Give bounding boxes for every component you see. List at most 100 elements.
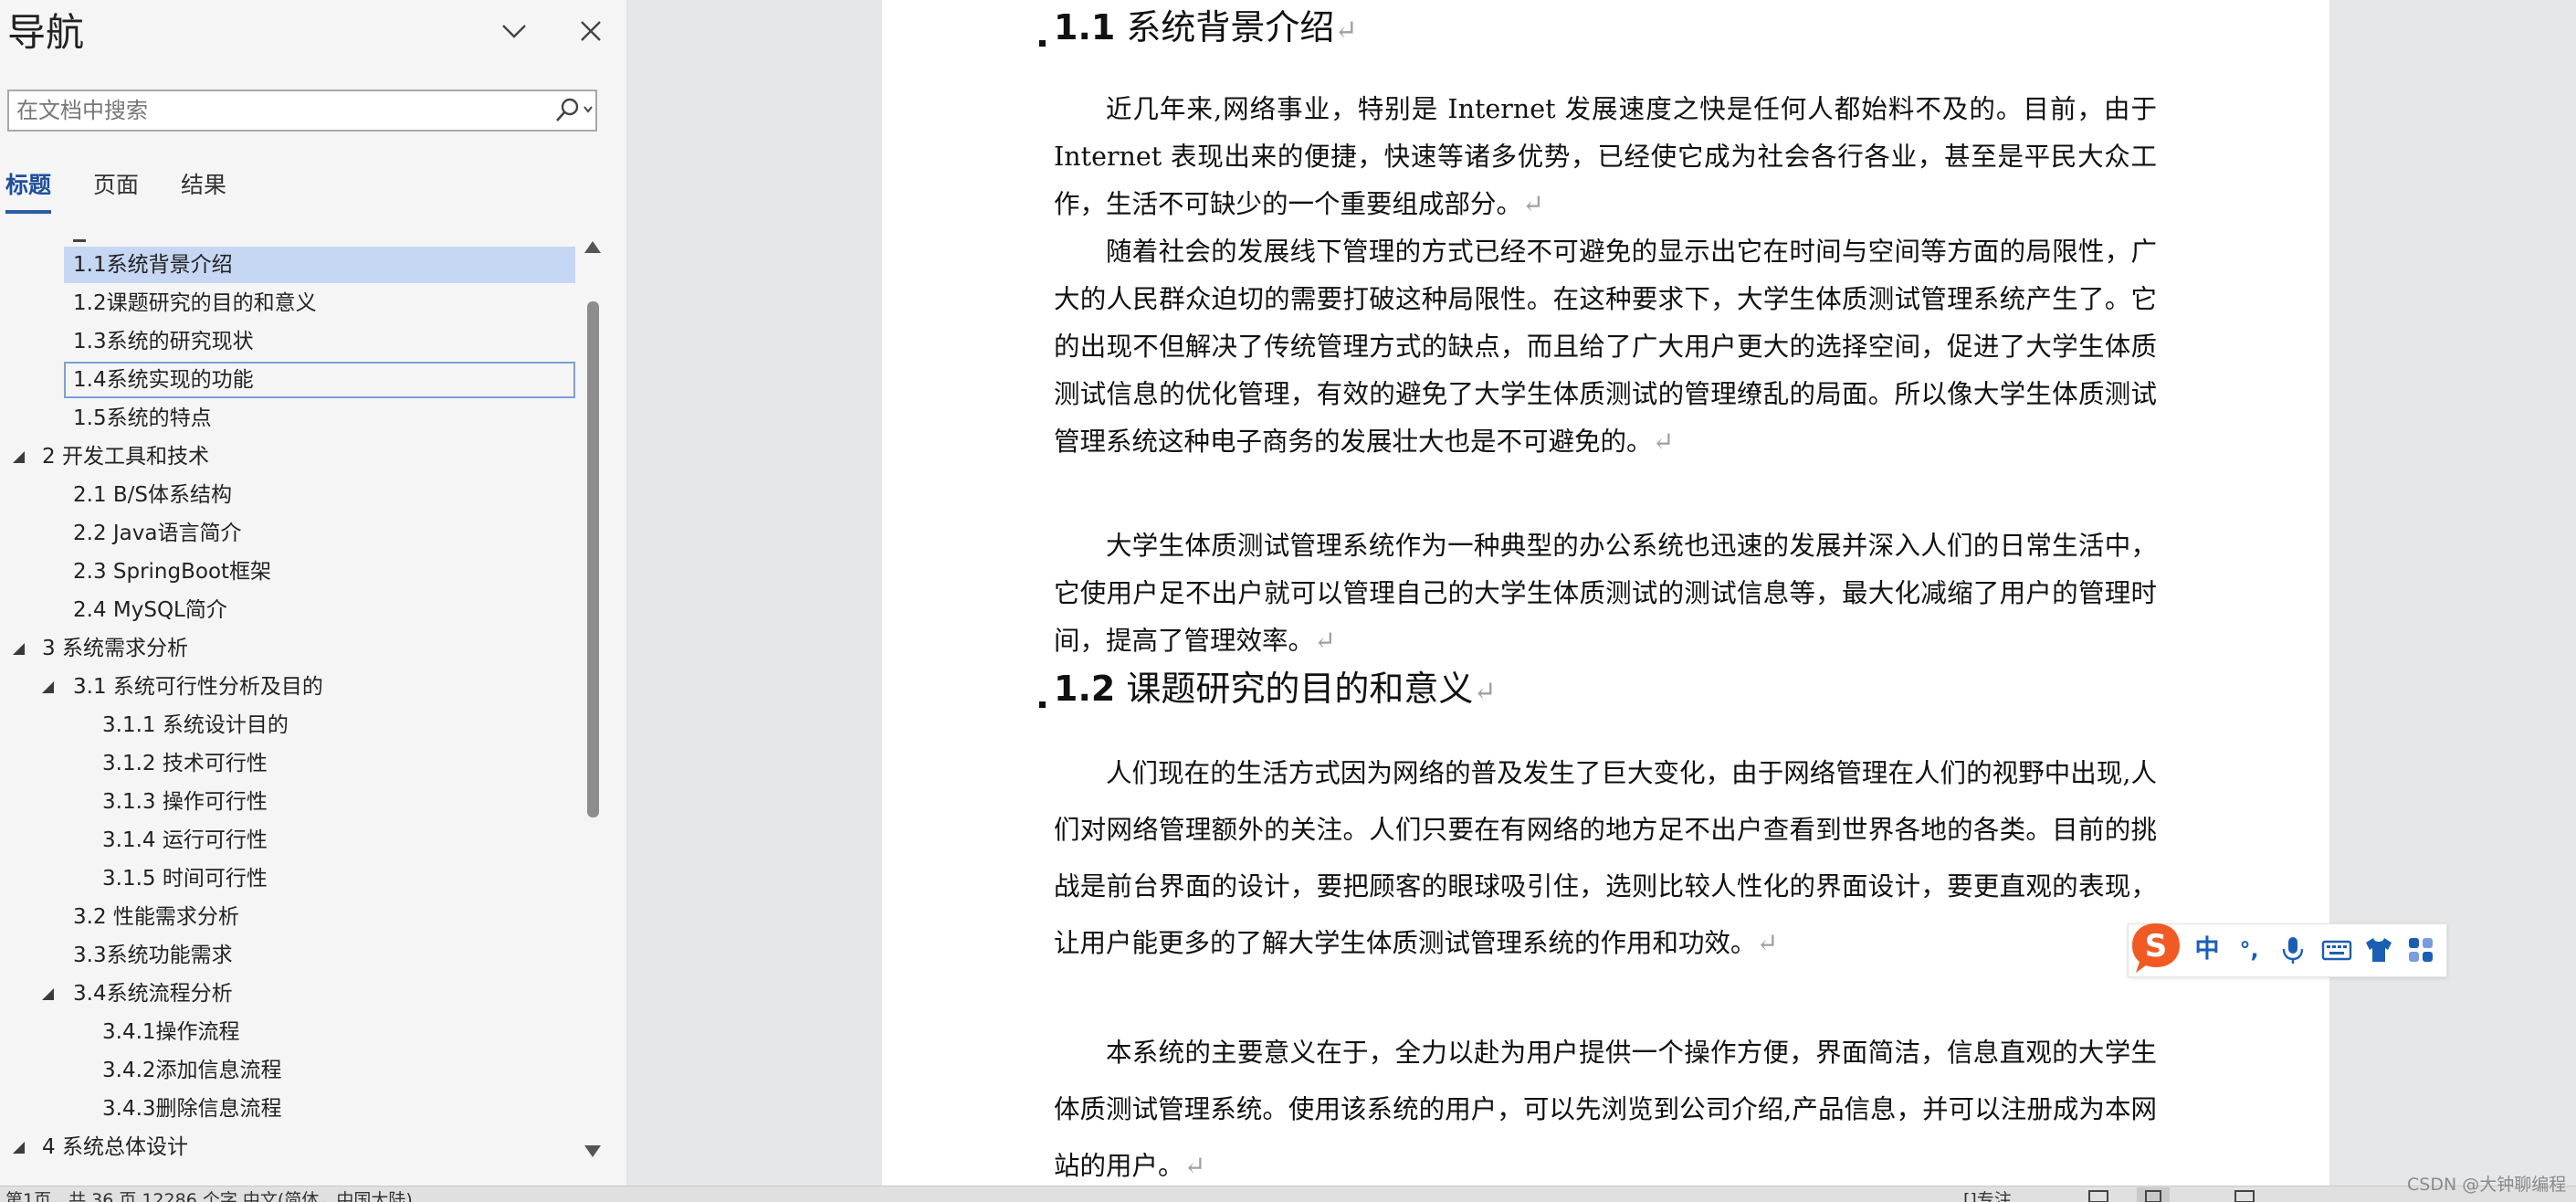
outline-item-label: 1.4系统实现的功能 — [73, 368, 254, 392]
paragraph-mark: ↵ — [1652, 427, 1675, 457]
outline-item-label: 2.4 MySQL简介 — [73, 598, 227, 622]
toolbox-grid-icon — [2409, 938, 2433, 962]
tab-active-indicator — [5, 210, 51, 214]
paragraph-mark: ↵ — [1756, 928, 1779, 958]
outline-item-label: 2.1 B/S体系结构 — [73, 483, 233, 507]
expand-collapse-triangle-icon[interactable] — [13, 451, 25, 463]
outline-item[interactable]: 3.1.3 操作可行性 — [0, 784, 577, 820]
outline-item[interactable]: 3 系统需求分析 — [0, 630, 577, 667]
outline-item-label: 2.2 Java语言简介 — [73, 522, 242, 545]
outline-item[interactable]: 3.4.2添加信息流程 — [0, 1052, 577, 1089]
scroll-up-arrow-icon[interactable] — [584, 241, 601, 253]
body-paragraph: 随着社会的发展线下管理的方式已经不可避免的显示出它在时间与空间等方面的局限性，广… — [1054, 237, 2157, 457]
tab-results[interactable]: 结果 — [181, 170, 226, 201]
scroll-down-arrow-icon[interactable] — [584, 1145, 601, 1157]
outline-item-label: 3.1.3 操作可行性 — [102, 790, 268, 814]
outline-item[interactable]: 2.1 B/S体系结构 — [0, 477, 577, 513]
outline-item[interactable]: 3.1.5 时间可行性 — [0, 860, 577, 897]
outline-item-label: 1.1系统背景介绍 — [73, 253, 233, 277]
nav-scrollbar[interactable] — [583, 228, 605, 1169]
expand-collapse-triangle-icon[interactable] — [13, 1142, 25, 1154]
document-page[interactable]: 1.1 系统背景介绍↵ 近几年来,网络事业，特别是 Internet 发展速度之… — [882, 0, 2329, 1186]
watermark: CSDN @大钟聊编程 — [2407, 1175, 2567, 1195]
outline-item-label: 1.3系统的研究现状 — [73, 330, 254, 353]
outline-item[interactable]: 3.4.3删除信息流程 — [0, 1091, 577, 1127]
outline-item[interactable]: 2.3 SpringBoot框架 — [0, 554, 577, 590]
heading-outline: 1.1系统背景介绍 1.2课题研究的目的和意义 1.3系统的研究现状 1.4系统实现的… — [0, 228, 584, 1169]
outline-item-label: 4 系统总体设计 — [42, 1135, 188, 1159]
expand-collapse-triangle-icon[interactable] — [42, 988, 54, 1000]
outline-item[interactable]: 2.2 Java语言简介 — [0, 515, 577, 552]
outline-item[interactable]: 2 开发工具和技术 — [0, 438, 577, 475]
chevron-down-icon — [502, 25, 526, 38]
outline-item-label: 3.4.3删除信息流程 — [102, 1097, 282, 1121]
tab-headings[interactable]: 标题 — [5, 170, 51, 201]
search-input[interactable] — [16, 91, 546, 130]
nav-close-button[interactable] — [574, 15, 607, 47]
ime-toolbar: S 中 °, — [2128, 923, 2447, 977]
search-icon — [556, 98, 593, 121]
outline-item-label: 3.3系统功能需求 — [73, 944, 233, 967]
heading-title: 系统背景介绍 — [1126, 7, 1335, 47]
status-page-wordcount[interactable]: 第1页，共 36 页 12286 个字 中文(简体，中国大陆) — [5, 1188, 413, 1202]
paragraph-mark: ↵ — [1183, 1151, 1206, 1181]
outline-item[interactable]: 1.5系统的特点 — [0, 400, 577, 437]
body-paragraph: 人们现在的生活方式因为网络的普及发生了巨大变化，由于网络管理在人们的视野中出现,… — [1054, 758, 2157, 958]
ime-punctuation-button[interactable]: °, — [2233, 933, 2266, 966]
clipped-outline-item — [73, 228, 110, 259]
outline-item[interactable]: 1.1系统背景介绍 — [0, 247, 577, 283]
outline-item[interactable]: 1.3系统的研究现状 — [0, 323, 577, 360]
print-layout-button[interactable] — [2137, 1187, 2170, 1202]
outline-item[interactable]: 1.4系统实现的功能 — [0, 362, 577, 398]
outline-item-label: 3.4系统流程分析 — [73, 982, 233, 1006]
read-mode-button[interactable] — [2082, 1187, 2115, 1202]
paragraph-mark: ↵ — [1522, 189, 1544, 219]
outline-item-label: 3.1.2 技术可行性 — [102, 752, 268, 775]
heading-bullet-mark — [1039, 701, 1046, 708]
status-bar: 第1页，共 36 页 12286 个字 中文(简体，中国大陆) []专注 — [0, 1186, 2576, 1202]
ime-toolbox-button[interactable] — [2404, 933, 2437, 966]
outline-item[interactable]: 3.2 性能需求分析 — [0, 899, 577, 935]
outline-item-label: 3.4.2添加信息流程 — [102, 1059, 282, 1082]
tab-pages[interactable]: 页面 — [93, 170, 139, 201]
scrollbar-thumb[interactable] — [587, 301, 599, 817]
ime-skin-button[interactable] — [2362, 933, 2395, 966]
nav-options-button[interactable] — [498, 15, 531, 47]
heading-number: 1.1 — [1054, 7, 1116, 47]
outline-item[interactable]: 1.2课题研究的目的和意义 — [0, 285, 577, 322]
ime-keyboard-button[interactable] — [2320, 933, 2353, 966]
paragraph-mark: ↵ — [1314, 626, 1336, 656]
outline-item[interactable]: 3.1.2 技术可行性 — [0, 745, 577, 782]
section-heading-1-1: 1.1 系统背景介绍↵ — [1054, 2, 1358, 57]
expand-collapse-triangle-icon[interactable] — [13, 643, 25, 655]
outline-item[interactable]: 3.4系统流程分析 — [0, 975, 577, 1012]
outline-item-label: 1.2课题研究的目的和意义 — [73, 291, 317, 315]
expand-collapse-triangle-icon[interactable] — [42, 681, 54, 693]
web-layout-button[interactable] — [2228, 1187, 2261, 1202]
ime-voice-button[interactable] — [2276, 933, 2309, 966]
outline-item-label: 3 系统需求分析 — [42, 637, 188, 660]
skin-tshirt-icon — [2366, 938, 2392, 962]
microphone-icon — [2282, 937, 2304, 964]
paragraph-mark: ↵ — [1334, 15, 1358, 47]
search-button[interactable] — [553, 96, 595, 125]
outline-item-label: 3.1.4 运行可行性 — [102, 828, 268, 852]
outline-item[interactable]: 2.4 MySQL简介 — [0, 592, 577, 628]
search-box — [7, 90, 597, 132]
outline-item[interactable]: 4 系统总体设计 — [0, 1129, 577, 1165]
heading-title: 课题研究的目的和意义 — [1126, 669, 1474, 709]
outline-item[interactable]: 3.3系统功能需求 — [0, 937, 577, 974]
outline-item[interactable]: 3.1.4 运行可行性 — [0, 822, 577, 859]
outline-item[interactable]: 3.1.1 系统设计目的 — [0, 707, 577, 743]
outline-item[interactable]: 3.4.1操作流程 — [0, 1014, 577, 1050]
section-heading-1-2: 1.2 课题研究的目的和意义↵ — [1054, 663, 1497, 718]
print-layout-icon — [2145, 1190, 2161, 1202]
ime-chinese-mode-button[interactable]: 中 — [2191, 933, 2224, 966]
navigation-pane: 导航 标题 页面 结果 1.1系统背景介绍 1.2课题研究的目的和意义 1.3系统的… — [0, 0, 627, 1186]
outline-item[interactable]: 3.1 系统可行性分析及目的 — [0, 669, 577, 705]
sogou-logo-icon[interactable]: S — [2129, 920, 2183, 976]
body-paragraph: 大学生体质测试管理系统作为一种典型的办公系统也迅速的发展并深入人们的日常生活中，… — [1054, 531, 2157, 656]
read-mode-icon — [2088, 1190, 2108, 1202]
heading-number: 1.2 — [1054, 669, 1116, 709]
focus-mode-button[interactable]: []专注 — [1963, 1188, 2012, 1202]
